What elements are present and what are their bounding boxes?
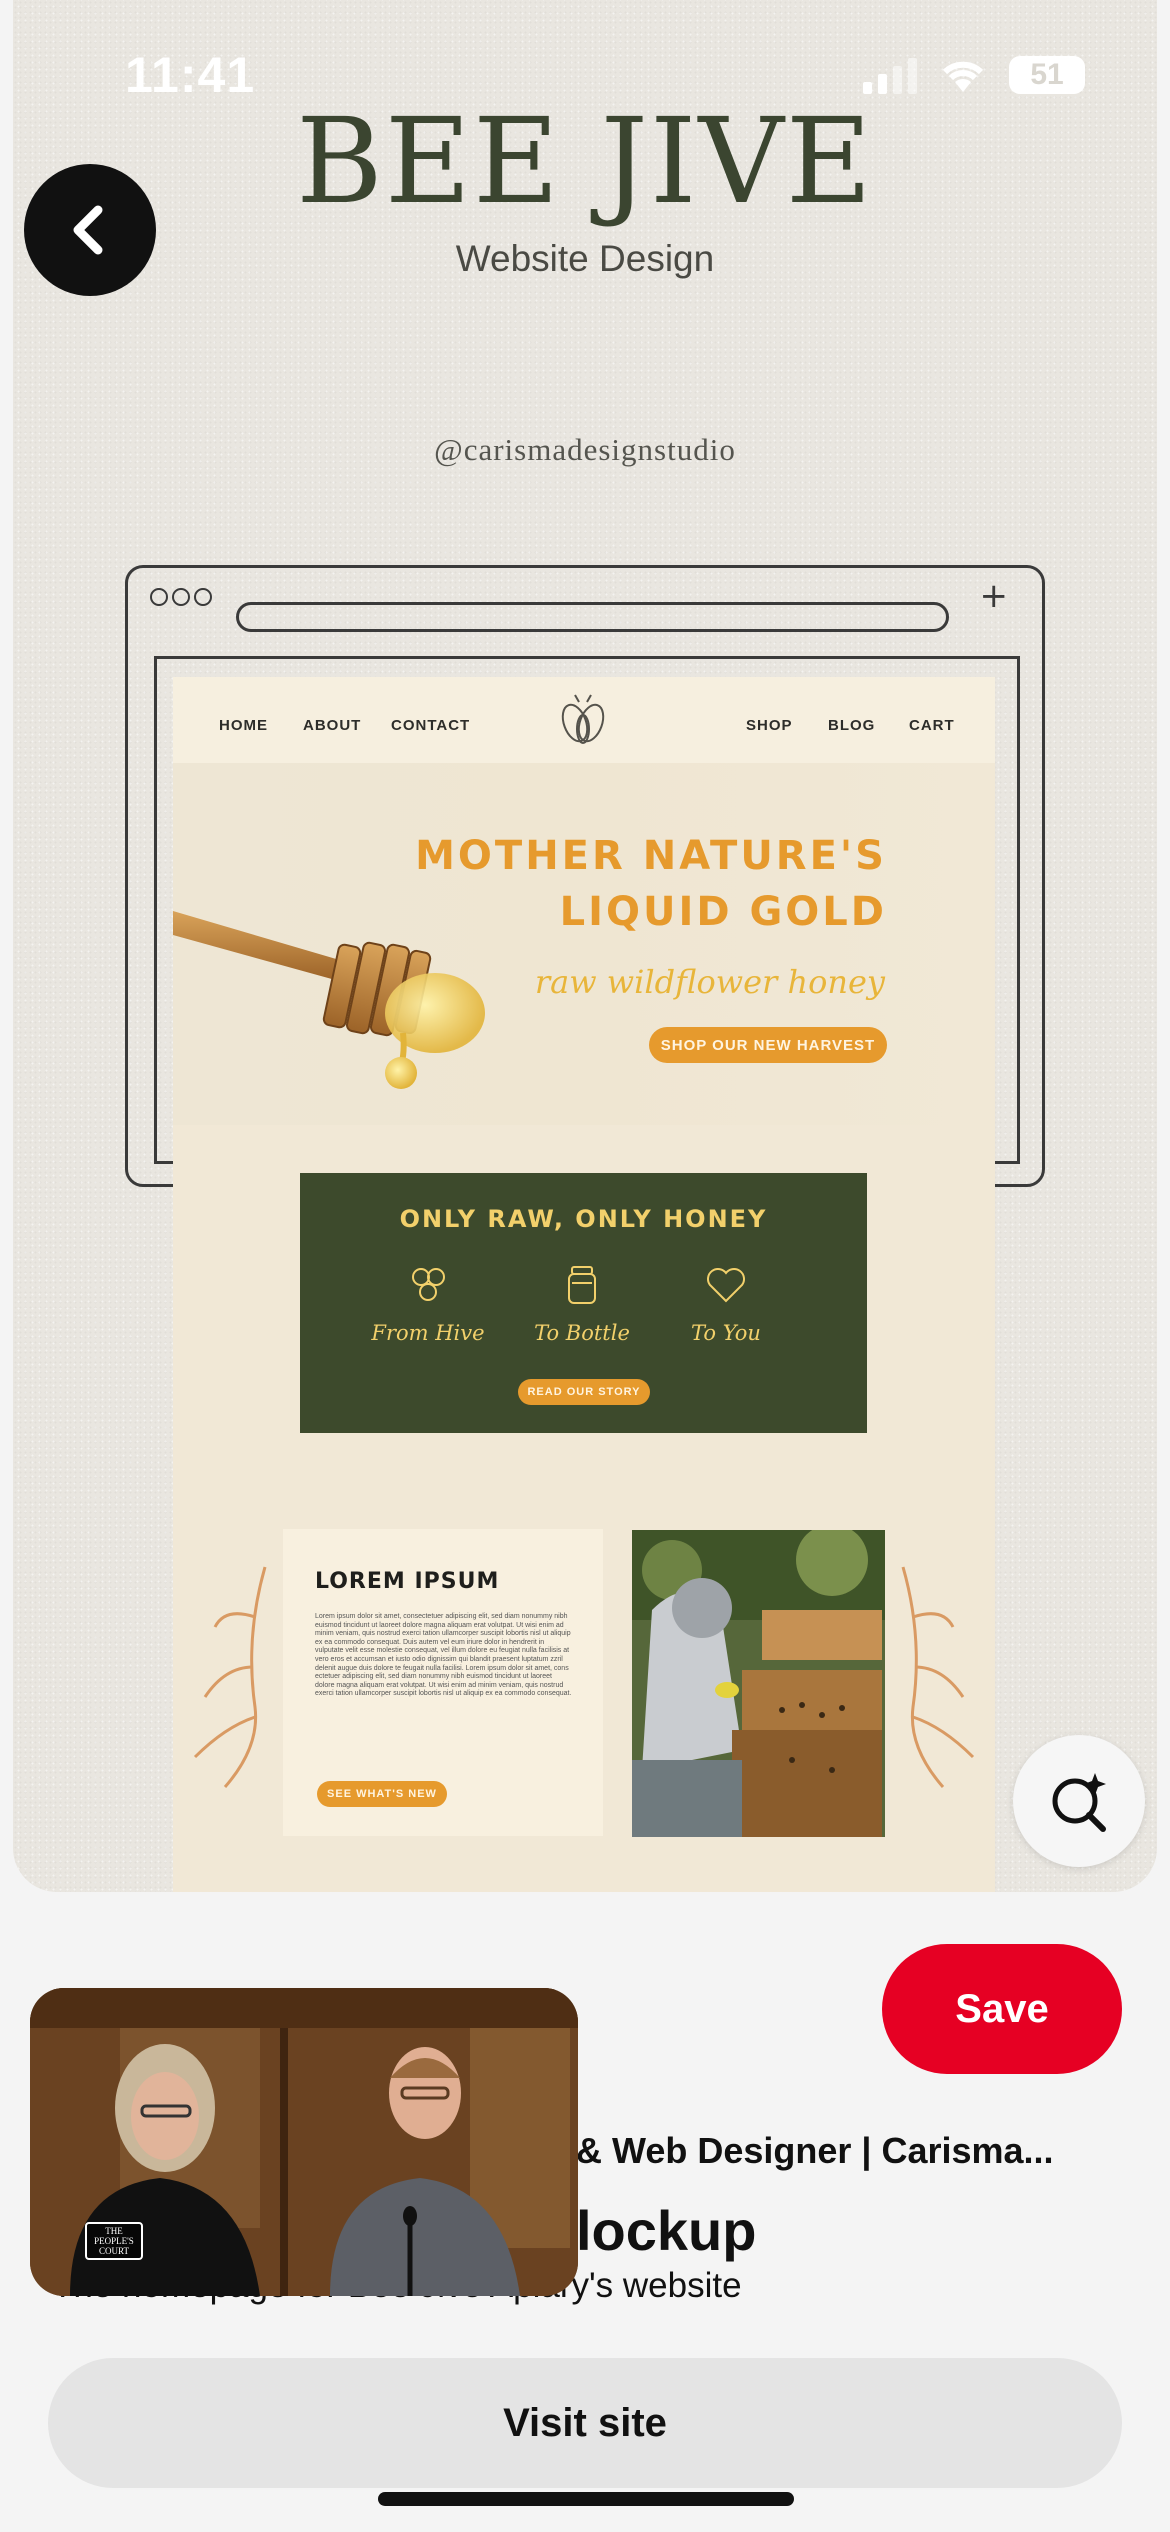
picture-in-picture-video[interactable]: THE PEOPLE'S COURT bbox=[30, 1988, 578, 2296]
status-bar: 11:41 51 bbox=[0, 0, 1170, 150]
wifi-icon bbox=[942, 61, 984, 92]
mock-nav-about: ABOUT bbox=[303, 717, 362, 734]
wildflower-illustration-right bbox=[901, 1566, 975, 1788]
back-arrow-icon bbox=[73, 205, 103, 255]
honeycomb-icon bbox=[412, 1268, 445, 1301]
pin-title: lockup bbox=[576, 2199, 757, 2262]
home-indicator bbox=[378, 2492, 794, 2506]
honey-dipper-illustration bbox=[173, 911, 485, 1089]
heart-icon bbox=[707, 1268, 745, 1303]
mock-hero-headline-1: MOTHER NATURE'S bbox=[415, 833, 887, 879]
design-subtitle: Website Design bbox=[455, 238, 715, 279]
plus-icon: + bbox=[979, 576, 1009, 616]
pin-image[interactable]: BEE JIVE Website Design @carismadesignst… bbox=[13, 0, 1157, 1892]
jar-icon bbox=[568, 1266, 596, 1304]
battery-icon: 51 bbox=[1009, 56, 1085, 94]
website-mockup: HOME ABOUT CONTACT SHOP BLOG CART MOTHER… bbox=[173, 677, 995, 1892]
window-dots bbox=[150, 588, 212, 606]
back-button[interactable] bbox=[24, 164, 156, 296]
mock-feature-hive: From Hive bbox=[358, 1263, 498, 1345]
mock-card-title: LOREM IPSUM bbox=[315, 1569, 500, 1594]
visual-search-button[interactable] bbox=[1013, 1735, 1145, 1867]
mock-nav-contact: CONTACT bbox=[391, 717, 471, 734]
mock-nav-shop: SHOP bbox=[746, 717, 793, 734]
court-badge-logo: THE PEOPLE'S COURT bbox=[85, 2222, 143, 2260]
status-time: 11:41 bbox=[125, 47, 256, 103]
mock-nav-blog: BLOG bbox=[828, 717, 876, 734]
save-button[interactable]: Save bbox=[882, 1944, 1122, 2074]
mock-hero-cta: SHOP OUR NEW HARVEST bbox=[649, 1027, 887, 1063]
designer-handle: @carismadesignstudio bbox=[434, 432, 736, 467]
mock-hero-headline-2: LIQUID GOLD bbox=[559, 889, 887, 935]
mock-url-bar bbox=[236, 602, 949, 632]
mock-feature-label-hive: From Hive bbox=[371, 1321, 485, 1345]
mock-card-body: Lorem ipsum dolor sit amet, consectetuer… bbox=[315, 1613, 572, 1698]
bee-logo-icon bbox=[561, 694, 605, 744]
mock-nav-home: HOME bbox=[219, 717, 268, 734]
mock-site-nav: HOME ABOUT CONTACT SHOP BLOG CART bbox=[173, 677, 995, 763]
mock-feature-label-bottle: To Bottle bbox=[534, 1321, 630, 1345]
mock-feature-block: ONLY RAW, ONLY HONEY From Hive To Bottle bbox=[300, 1173, 867, 1433]
creator-name[interactable]: & Web Designer | Carisma... bbox=[576, 2130, 1054, 2172]
beekeeper-photo bbox=[632, 1530, 885, 1837]
mock-feature-title: ONLY RAW, ONLY HONEY bbox=[399, 1205, 768, 1233]
wildflower-illustration-left bbox=[193, 1566, 267, 1788]
mock-feature-label-you: To You bbox=[691, 1321, 761, 1345]
visual-search-icon bbox=[1052, 1773, 1106, 1832]
mock-card-cta: SEE WHAT'S NEW bbox=[317, 1781, 447, 1807]
mock-content-card: LOREM IPSUM Lorem ipsum dolor sit amet, … bbox=[283, 1529, 603, 1836]
mock-hero-script: raw wildflower honey bbox=[534, 963, 885, 1001]
mock-nav-cart: CART bbox=[909, 717, 955, 734]
mock-feature-cta: READ OUR STORY bbox=[518, 1379, 650, 1405]
mock-feature-bottle: To Bottle bbox=[512, 1263, 652, 1345]
mock-feature-you: To You bbox=[656, 1263, 796, 1345]
visit-site-button[interactable]: Visit site bbox=[48, 2358, 1122, 2488]
mock-hero: MOTHER NATURE'S LIQUID GOLD raw wildflow… bbox=[173, 763, 995, 1125]
cellular-signal-icon bbox=[863, 58, 917, 94]
